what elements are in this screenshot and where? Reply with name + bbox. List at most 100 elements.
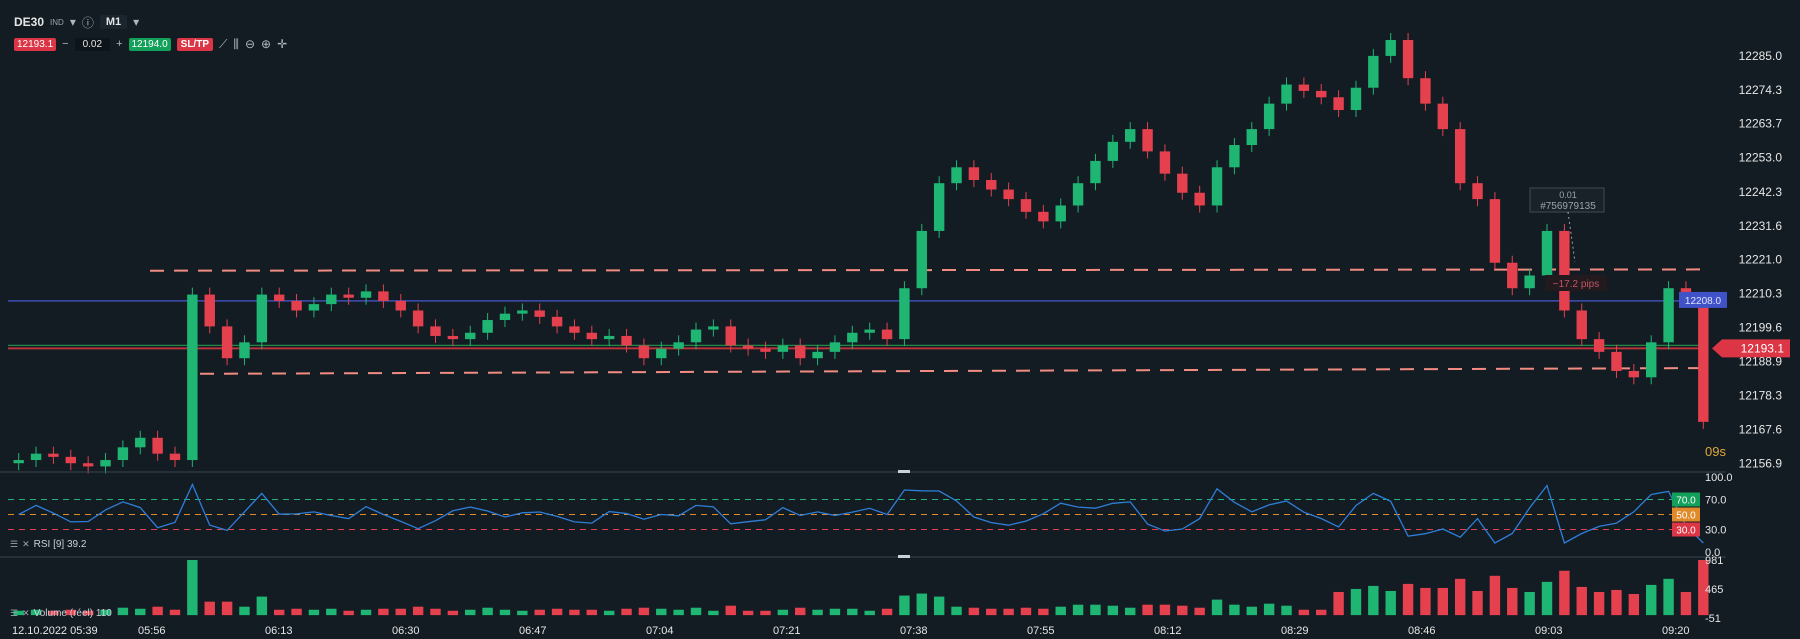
candle[interactable] (1489, 199, 1501, 263)
pane-resize-handle[interactable] (898, 470, 910, 473)
candle[interactable] (864, 329, 875, 333)
candle[interactable] (447, 335, 459, 340)
candle[interactable] (812, 351, 823, 359)
candle[interactable] (1593, 339, 1605, 352)
candle[interactable] (795, 345, 806, 359)
candle[interactable] (13, 460, 24, 464)
candle[interactable] (1698, 300, 1709, 422)
candle[interactable] (1541, 230, 1553, 276)
volume-input[interactable]: 0.02 (74, 37, 111, 51)
candle[interactable] (430, 326, 441, 336)
candle[interactable] (1420, 78, 1431, 104)
candle[interactable] (1194, 192, 1205, 206)
candle[interactable] (656, 348, 667, 359)
candle[interactable] (1211, 167, 1223, 206)
candle[interactable] (360, 291, 372, 298)
trend-line-icon[interactable]: ⟋ (219, 37, 227, 52)
candle[interactable] (690, 329, 702, 343)
candle[interactable] (239, 342, 250, 359)
candle[interactable] (1246, 129, 1257, 146)
candle[interactable] (100, 460, 111, 467)
candle[interactable] (551, 316, 563, 327)
candle[interactable] (1385, 40, 1396, 56)
chevron-down-icon[interactable]: ▾ (70, 15, 76, 29)
candle[interactable] (395, 300, 406, 311)
candle[interactable] (899, 288, 910, 340)
position-tag[interactable]: 12208.0 (1679, 291, 1727, 308)
candle[interactable] (742, 345, 754, 349)
close-icon[interactable]: ✕ (22, 608, 30, 619)
decrease-volume-button[interactable]: − (62, 38, 68, 50)
candle[interactable] (256, 294, 268, 343)
candle[interactable] (499, 313, 511, 321)
candle[interactable] (777, 345, 789, 352)
candle[interactable] (48, 453, 59, 457)
candle[interactable] (1281, 84, 1292, 104)
candle[interactable] (673, 342, 684, 349)
candle[interactable] (1559, 230, 1570, 311)
candle[interactable] (569, 326, 580, 333)
candle[interactable] (135, 437, 146, 448)
candle[interactable] (534, 310, 545, 317)
candle[interactable] (1663, 288, 1674, 343)
candle[interactable] (1072, 183, 1084, 206)
candles-icon[interactable]: ⫼ (233, 37, 239, 52)
candle[interactable] (1646, 342, 1657, 378)
candle[interactable] (586, 332, 598, 340)
candle[interactable] (986, 180, 997, 190)
settings-icon[interactable]: ☰ (10, 539, 18, 550)
zoom-in-icon[interactable]: ⊕ (261, 37, 271, 51)
candle[interactable] (517, 310, 528, 314)
candle[interactable] (621, 335, 632, 346)
candle[interactable] (1437, 103, 1449, 130)
candle[interactable] (603, 335, 615, 340)
candle[interactable] (916, 230, 927, 289)
candle[interactable] (152, 437, 163, 454)
candle[interactable] (933, 183, 945, 231)
candle[interactable] (1229, 145, 1240, 168)
candle[interactable] (221, 326, 233, 359)
candle[interactable] (326, 294, 337, 305)
candle[interactable] (1402, 40, 1414, 79)
candle[interactable] (1472, 183, 1483, 200)
candle[interactable] (273, 294, 285, 301)
candle[interactable] (1263, 103, 1275, 130)
candle[interactable] (378, 291, 389, 301)
candle[interactable] (1298, 84, 1310, 91)
candle[interactable] (968, 167, 980, 181)
candle[interactable] (1368, 55, 1379, 88)
candle[interactable] (117, 447, 129, 461)
increase-volume-button[interactable]: + (116, 38, 122, 50)
candle[interactable] (1316, 90, 1327, 98)
candle[interactable] (1020, 199, 1032, 212)
candle[interactable] (482, 320, 493, 333)
candle[interactable] (187, 294, 198, 461)
candle[interactable] (1003, 189, 1014, 200)
candle[interactable] (65, 456, 76, 464)
buy-price-button[interactable]: 12194.0 (128, 37, 171, 51)
sltp-button[interactable]: SL/TP (176, 37, 213, 51)
candle[interactable] (308, 304, 320, 311)
candle[interactable] (1628, 370, 1640, 378)
candle[interactable] (1107, 141, 1119, 161)
timeframe-select[interactable]: M1 (99, 15, 128, 29)
candle[interactable] (1507, 262, 1518, 289)
candle[interactable] (1524, 275, 1535, 289)
candle[interactable] (1333, 97, 1344, 111)
candle[interactable] (412, 310, 424, 327)
chevron-down-icon[interactable]: ▾ (133, 15, 139, 29)
sell-price-button[interactable]: 12193.1 (14, 37, 57, 51)
candle[interactable] (465, 332, 476, 340)
candle[interactable] (82, 463, 94, 467)
pane-resize-handle[interactable] (898, 555, 910, 558)
candle[interactable] (847, 332, 858, 343)
trading-chart[interactable]: 12193.1 12208.0 09s 0.01#756979135 −17.2 pip… (0, 0, 1800, 639)
candle[interactable] (1576, 310, 1587, 340)
candle[interactable] (725, 326, 736, 346)
crosshair-icon[interactable]: ✛ (277, 37, 287, 51)
candle[interactable] (638, 345, 650, 359)
candle[interactable] (1159, 151, 1171, 174)
candle[interactable] (204, 294, 215, 327)
settings-icon[interactable]: ☰ (10, 608, 18, 619)
close-icon[interactable]: ✕ (22, 539, 30, 550)
